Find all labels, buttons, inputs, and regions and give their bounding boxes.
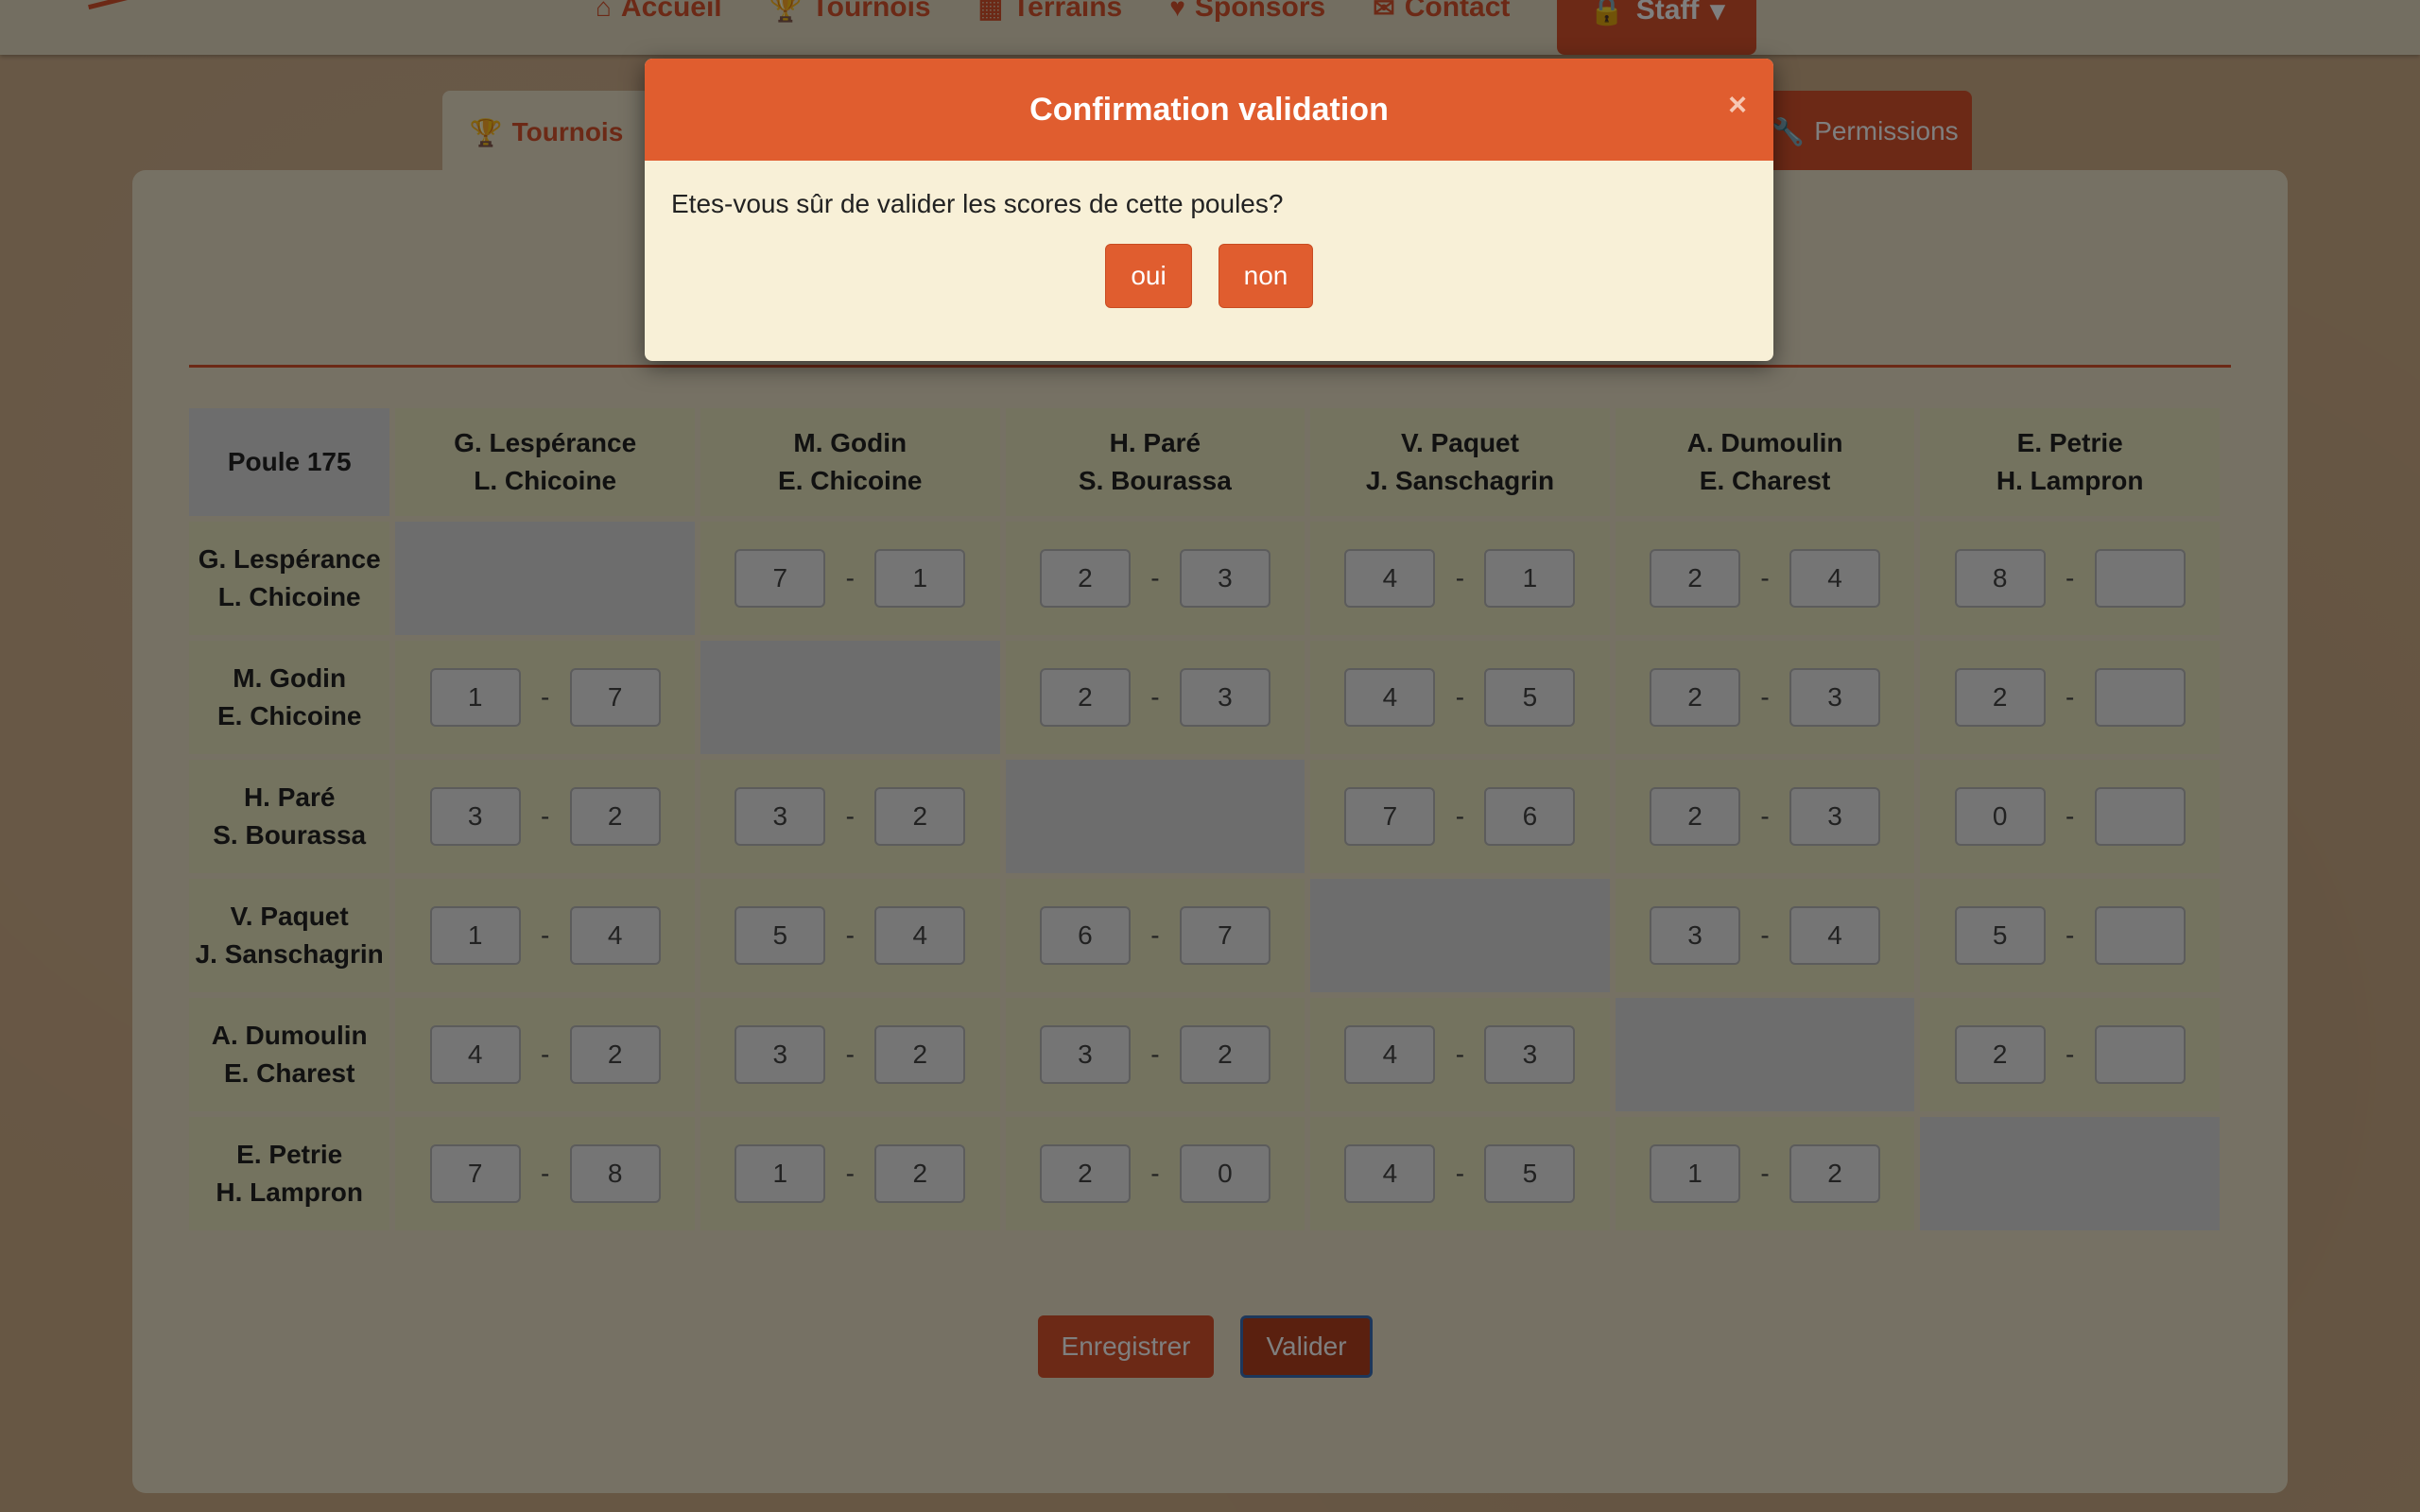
modal-body: Etes-vous sûr de valider les scores de c… bbox=[645, 161, 1773, 336]
confirm-no-button[interactable]: non bbox=[1219, 244, 1313, 308]
modal-message: Etes-vous sûr de valider les scores de c… bbox=[671, 189, 1284, 218]
modal-header: Confirmation validation × bbox=[645, 59, 1773, 161]
close-icon[interactable]: × bbox=[1728, 87, 1747, 124]
confirmation-modal: Confirmation validation × Etes-vous sûr … bbox=[645, 59, 1773, 361]
modal-title: Confirmation validation bbox=[1029, 91, 1389, 128]
modal-actions: oui non bbox=[671, 244, 1747, 308]
confirm-yes-button[interactable]: oui bbox=[1105, 244, 1192, 308]
